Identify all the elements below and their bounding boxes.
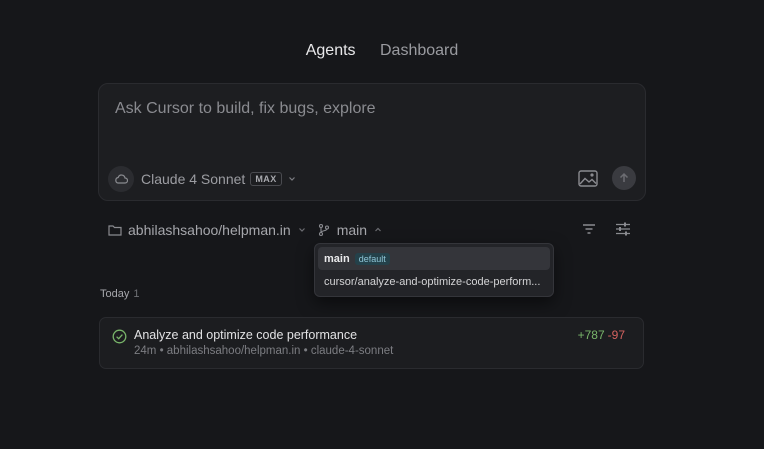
tab-dashboard[interactable]: Dashboard: [380, 42, 458, 60]
folder-icon: [108, 225, 122, 236]
filter-icon[interactable]: [580, 219, 598, 239]
send-button[interactable]: [612, 166, 636, 190]
deletions-count: -97: [607, 328, 625, 342]
prompt-input[interactable]: Ask Cursor to build, fix bugs, explore: [115, 100, 376, 118]
task-title: Analyze and optimize code performance: [134, 328, 358, 342]
repo-branch-row: abhilashsahoo/helpman.in main: [108, 219, 383, 241]
tab-agents[interactable]: Agents: [306, 42, 356, 60]
branch-selector[interactable]: main: [317, 222, 383, 238]
task-meta: 24m • abhilashsahoo/helpman.in • claude-…: [134, 345, 394, 357]
repo-name: abhilashsahoo/helpman.in: [128, 222, 291, 238]
branch-option-label: main: [324, 252, 350, 265]
model-name[interactable]: Claude 4 Sonnet: [141, 171, 245, 187]
arrow-up-icon: [619, 172, 629, 182]
chevron-up-icon: [375, 227, 381, 232]
chevron-down-icon[interactable]: [287, 174, 297, 184]
default-badge: default: [354, 252, 390, 265]
chevron-down-icon: [298, 228, 305, 232]
prompt-composer[interactable]: Ask Cursor to build, fix bugs, explore C…: [98, 83, 646, 201]
branch-option-label: cursor/analyze-and-optimize-code-perform…: [324, 275, 541, 288]
branch-name: main: [336, 222, 368, 238]
branch-dropdown: main default cursor/analyze-and-optimize…: [314, 243, 554, 297]
diff-stats: +787 -97: [578, 328, 625, 342]
group-label: Today: [100, 288, 130, 300]
top-nav: Agents Dashboard: [0, 42, 764, 60]
branch-option-main[interactable]: main default: [318, 247, 550, 270]
check-circle-icon: [112, 329, 127, 344]
cloud-icon[interactable]: [108, 166, 134, 192]
additions-count: +787: [577, 328, 605, 342]
group-header: Today 1: [100, 288, 139, 300]
branch-option-cursor[interactable]: cursor/analyze-and-optimize-code-perform…: [318, 270, 550, 293]
repo-selector[interactable]: abhilashsahoo/helpman.in: [108, 222, 307, 238]
task-card[interactable]: Analyze and optimize code performance 24…: [99, 317, 644, 369]
model-selector[interactable]: Claude 4 Sonnet MAX: [108, 166, 297, 192]
git-branch-icon: [318, 223, 329, 237]
sliders-icon[interactable]: [614, 219, 632, 239]
max-badge: MAX: [250, 172, 282, 186]
image-icon[interactable]: [576, 166, 600, 190]
group-count: 1: [133, 288, 140, 300]
